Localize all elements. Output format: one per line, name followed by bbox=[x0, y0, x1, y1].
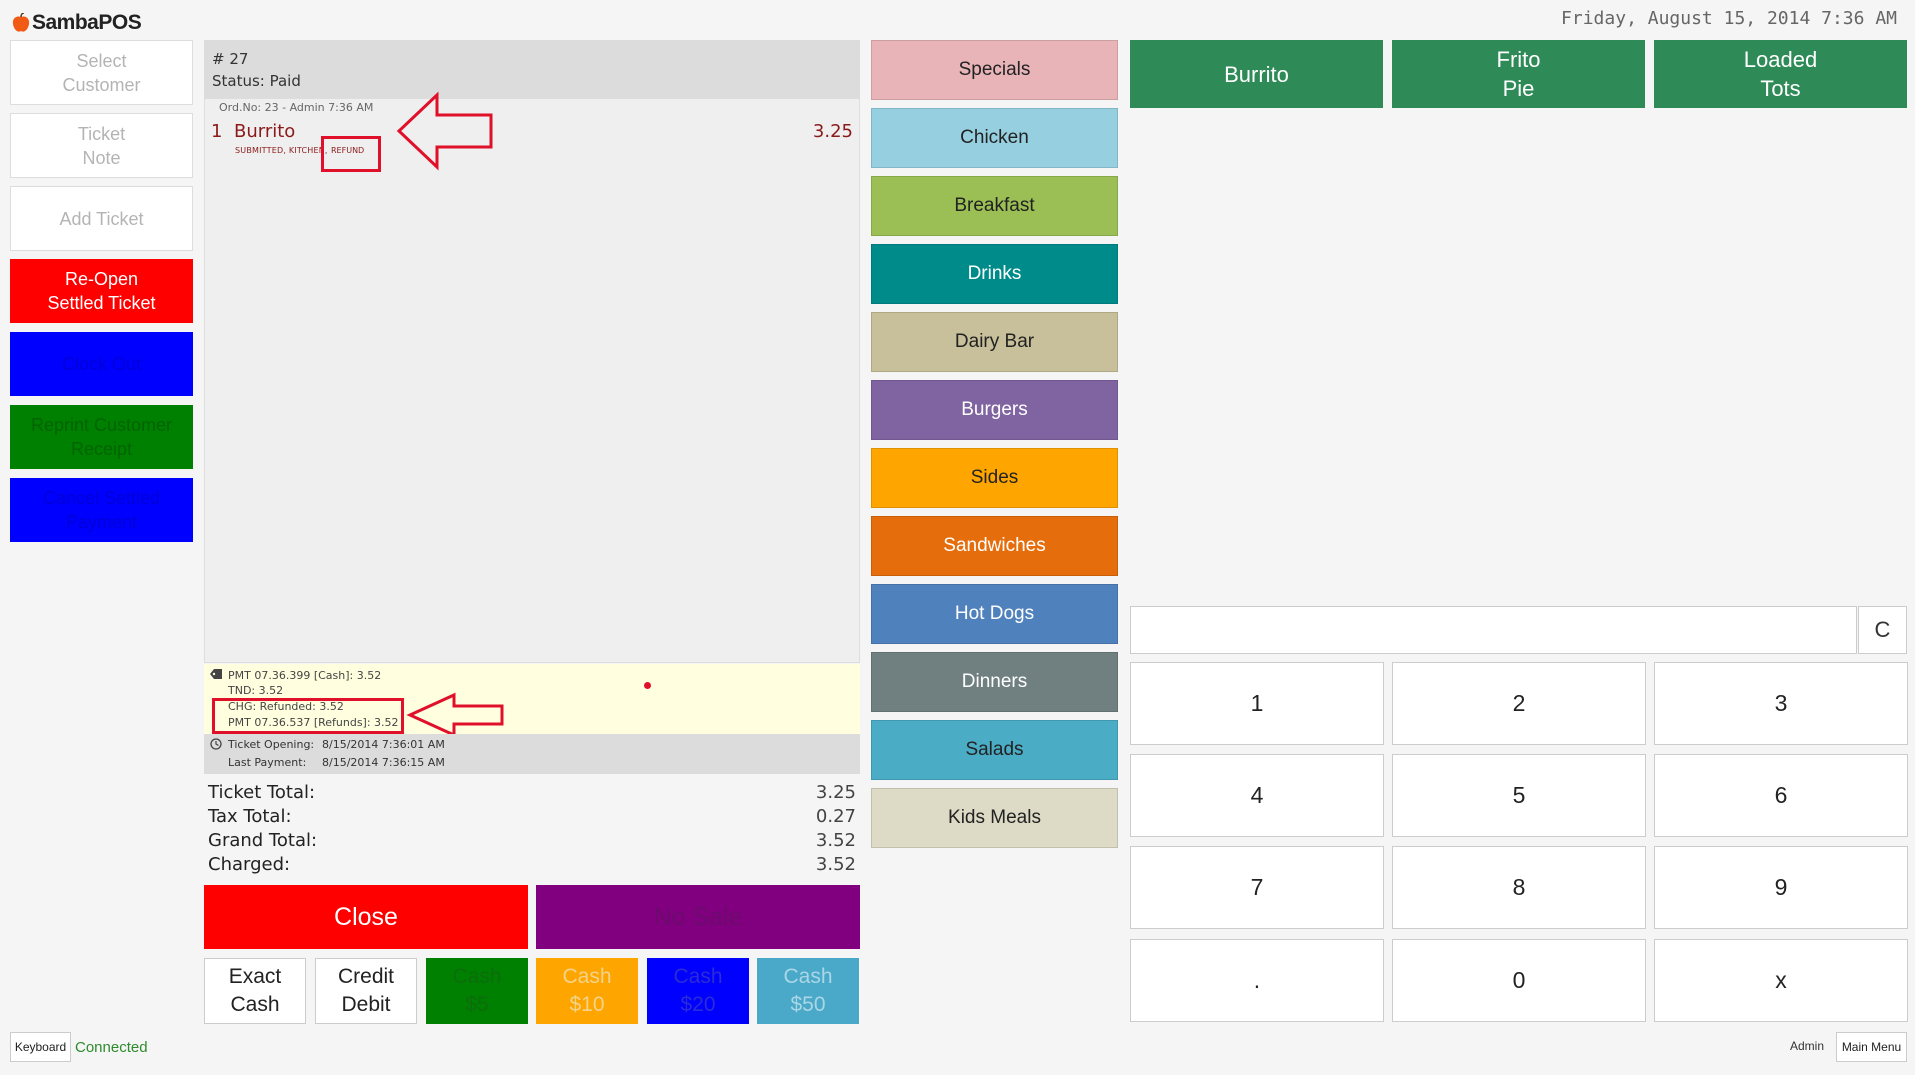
product-frito-pie[interactable]: Frito Pie bbox=[1392, 40, 1645, 108]
total-label: Ticket Total: bbox=[208, 782, 316, 803]
connection-status: Connected bbox=[75, 1039, 148, 1056]
category-chicken[interactable]: Chicken bbox=[871, 108, 1118, 168]
numpad-key[interactable]: 6 bbox=[1654, 754, 1908, 837]
last-payment-label: Last Payment: bbox=[228, 756, 307, 769]
order-item-price: 3.25 bbox=[812, 121, 853, 142]
ticket-header: # 27 Status: Paid bbox=[204, 40, 860, 98]
ticket-opening-value: 8/15/2014 7:36:01 AM bbox=[322, 738, 445, 751]
tag-icon bbox=[210, 669, 222, 679]
category-salads[interactable]: Salads bbox=[871, 720, 1118, 780]
numpad-input[interactable] bbox=[1130, 606, 1857, 654]
keyboard-button[interactable]: Keyboard bbox=[10, 1032, 71, 1062]
logged-in-user: Admin bbox=[1790, 1039, 1825, 1053]
product-loaded-tots[interactable]: Loaded Tots bbox=[1654, 40, 1907, 108]
left-arrow-annotation-icon bbox=[406, 692, 504, 738]
order-quantity: 1 bbox=[211, 121, 223, 142]
select-customer-button[interactable]: Select Customer bbox=[10, 40, 193, 105]
clock-out-button[interactable]: Clock Out bbox=[10, 332, 193, 396]
total-value: 3.25 bbox=[815, 782, 856, 803]
reprint-customer-receipt-button[interactable]: Reprint Customer Receipt bbox=[10, 405, 193, 469]
close-button[interactable]: Close bbox=[204, 885, 528, 949]
ticket-orders-area[interactable]: Ord.No: 23 - Admin 7:36 AM 1 Burrito 3.2… bbox=[204, 91, 860, 663]
payment-line: PMT 07.36.399 [Cash]: 3.52 bbox=[228, 669, 382, 682]
reopen-settled-ticket-button[interactable]: Re-Open Settled Ticket bbox=[10, 259, 193, 323]
app-logo: SambaPOS bbox=[12, 8, 142, 38]
exact-cash-button[interactable]: Exact Cash bbox=[204, 958, 306, 1024]
cash-20-button[interactable]: Cash $20 bbox=[647, 958, 749, 1024]
cancel-settled-payment-button[interactable]: Cancel Settled Payment bbox=[10, 478, 193, 542]
category-dinners[interactable]: Dinners bbox=[871, 652, 1118, 712]
numpad-key[interactable]: x bbox=[1654, 939, 1908, 1022]
category-dairy-bar[interactable]: Dairy Bar bbox=[871, 312, 1118, 372]
main-menu-button[interactable]: Main Menu bbox=[1836, 1032, 1907, 1062]
refund-highlight-box bbox=[321, 136, 381, 172]
total-label: Grand Total: bbox=[208, 830, 318, 851]
total-label: Charged: bbox=[208, 854, 291, 875]
cash-10-button[interactable]: Cash $10 bbox=[536, 958, 638, 1024]
category-sandwiches[interactable]: Sandwiches bbox=[871, 516, 1118, 576]
category-kids-meals[interactable]: Kids Meals bbox=[871, 788, 1118, 848]
last-payment-value: 8/15/2014 7:36:15 AM bbox=[322, 756, 445, 769]
add-ticket-button[interactable]: Add Ticket bbox=[10, 186, 193, 251]
total-value: 3.52 bbox=[815, 854, 856, 875]
order-state-tags: SUBMITTED, KITCHEN, bbox=[235, 146, 328, 155]
payment-history: PMT 07.36.399 [Cash]: 3.52 TND: 3.52 CHG… bbox=[204, 664, 860, 738]
payment-line: TND: 3.52 bbox=[228, 684, 284, 697]
category-burgers[interactable]: Burgers bbox=[871, 380, 1118, 440]
total-label: Tax Total: bbox=[208, 806, 292, 827]
total-value: 3.52 bbox=[815, 830, 856, 851]
ticket-opening-label: Ticket Opening: bbox=[228, 738, 315, 751]
refund-payment-highlight-box bbox=[212, 698, 404, 734]
category-hot-dogs[interactable]: Hot Dogs bbox=[871, 584, 1118, 644]
product-burrito[interactable]: Burrito bbox=[1130, 40, 1383, 108]
category-drinks[interactable]: Drinks bbox=[871, 244, 1118, 304]
ticket-times: Ticket Opening: 8/15/2014 7:36:01 AM Las… bbox=[204, 734, 860, 774]
numpad-key[interactable]: 4 bbox=[1130, 754, 1384, 837]
numpad-key[interactable]: 9 bbox=[1654, 846, 1908, 929]
clock-icon bbox=[210, 738, 222, 750]
total-value: 0.27 bbox=[815, 806, 856, 827]
numpad-key[interactable]: 1 bbox=[1130, 662, 1384, 745]
credit-debit-button[interactable]: Credit Debit bbox=[315, 958, 417, 1024]
category-breakfast[interactable]: Breakfast bbox=[871, 176, 1118, 236]
datetime-display: Friday, August 15, 2014 7:36 AM bbox=[1561, 8, 1897, 29]
red-dot-marker bbox=[644, 682, 651, 689]
category-specials[interactable]: Specials bbox=[871, 40, 1118, 100]
app-name: SambaPOS bbox=[32, 11, 142, 34]
ticket-note-button[interactable]: Ticket Note bbox=[10, 113, 193, 178]
cash-5-button[interactable]: Cash $5 bbox=[426, 958, 528, 1024]
numpad-key[interactable]: . bbox=[1130, 939, 1384, 1022]
numpad-key[interactable]: 0 bbox=[1392, 939, 1646, 1022]
cash-50-button[interactable]: Cash $50 bbox=[757, 958, 859, 1024]
numpad-key[interactable]: 2 bbox=[1392, 662, 1646, 745]
numpad-key[interactable]: 8 bbox=[1392, 846, 1646, 929]
ticket-total-row: Ticket Total: 3.25 bbox=[208, 782, 856, 803]
numpad-clear-button[interactable]: C bbox=[1858, 606, 1907, 654]
order-item-name[interactable]: Burrito bbox=[234, 121, 295, 142]
no-sale-button[interactable]: No Sale bbox=[536, 885, 860, 949]
ticket-number: # 27 bbox=[212, 50, 249, 68]
numpad-key[interactable]: 7 bbox=[1130, 846, 1384, 929]
order-meta: Ord.No: 23 - Admin 7:36 AM bbox=[219, 101, 374, 114]
numpad-key[interactable]: 3 bbox=[1654, 662, 1908, 745]
category-sides[interactable]: Sides bbox=[871, 448, 1118, 508]
apple-logo-icon bbox=[12, 13, 30, 32]
left-arrow-annotation-icon bbox=[396, 91, 493, 171]
numpad-key[interactable]: 5 bbox=[1392, 754, 1646, 837]
ticket-status: Status: Paid bbox=[212, 72, 301, 90]
charged-row: Charged: 3.52 bbox=[208, 854, 856, 875]
tax-total-row: Tax Total: 0.27 bbox=[208, 806, 856, 827]
grand-total-row: Grand Total: 3.52 bbox=[208, 830, 856, 851]
